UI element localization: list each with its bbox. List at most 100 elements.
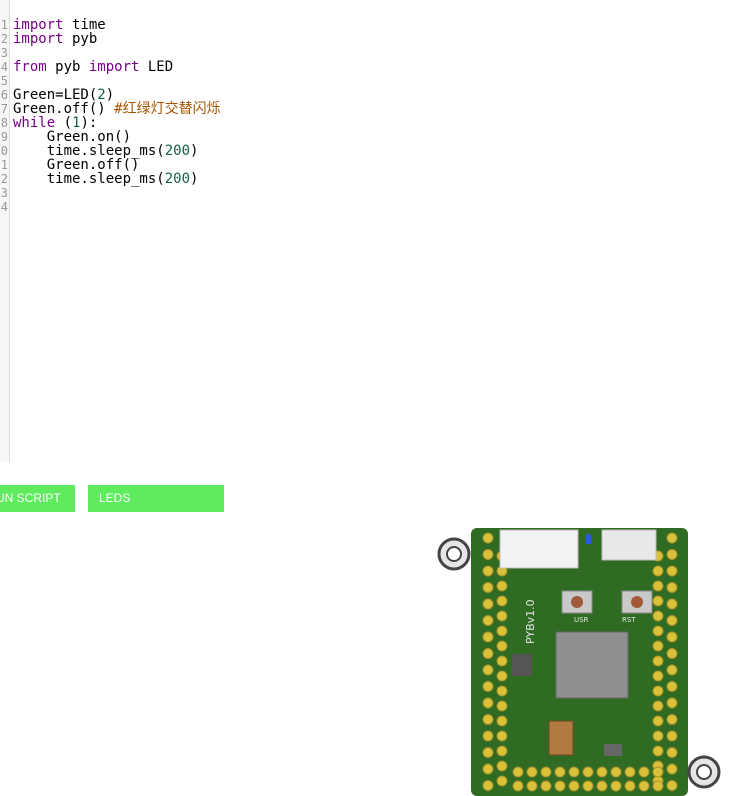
code-line: while (1): <box>13 116 221 130</box>
line-number: 7 <box>0 102 8 116</box>
line-number: 5 <box>0 74 8 88</box>
header-pad <box>666 615 678 626</box>
header-pad <box>482 631 494 643</box>
line-number: 3 <box>0 46 8 60</box>
header-pad <box>496 685 508 697</box>
header-pad <box>666 598 678 610</box>
code-area[interactable]: import time import pyb from pyb import LED… <box>13 18 221 214</box>
blue-led <box>586 534 591 544</box>
header-pad <box>666 747 678 758</box>
header-pad <box>496 715 508 727</box>
header-pad <box>596 766 608 778</box>
header-pad <box>496 625 508 637</box>
header-pad <box>666 697 678 709</box>
line-number: 1 <box>0 18 8 32</box>
code-token: pyb <box>46 59 89 75</box>
header-pad <box>568 766 580 778</box>
header-pad <box>482 565 494 577</box>
header-pad <box>666 648 678 659</box>
header-pad <box>496 655 508 667</box>
line-number: 11 <box>0 158 8 172</box>
board-model-label: PYBv1.0 <box>524 599 537 644</box>
header-pad <box>652 610 664 622</box>
header-pad <box>512 766 524 778</box>
header-pad <box>666 549 678 560</box>
code-line: import time <box>13 18 221 32</box>
header-pad <box>666 763 678 775</box>
header-pad <box>482 648 494 659</box>
header-pad <box>652 730 664 742</box>
line-number: 12 <box>0 172 8 186</box>
header-pad <box>482 747 494 758</box>
sd-card-slot <box>499 529 579 569</box>
header-pad <box>526 780 538 792</box>
header-pad <box>666 631 678 643</box>
header-pad <box>624 780 636 792</box>
header-pad <box>652 780 664 792</box>
line-number: 9 <box>0 130 8 144</box>
rst-button-cap <box>631 596 643 608</box>
header-pad <box>666 565 678 577</box>
header-pad <box>540 766 552 778</box>
code-line: time.sleep_ms(200) <box>13 144 221 158</box>
header-pad <box>652 715 664 727</box>
header-pad <box>482 664 494 676</box>
header-pad <box>652 745 664 757</box>
code-line: Green.on() <box>13 130 221 144</box>
code-token: 200 <box>164 171 191 187</box>
code-token: LED <box>139 59 174 75</box>
usb-connector <box>601 529 657 561</box>
line-number: 2 <box>0 32 8 46</box>
line-number: 6 <box>0 88 8 102</box>
header-pad <box>666 714 678 725</box>
header-pad <box>496 745 508 757</box>
run-script-button[interactable]: UN SCRIPT <box>0 485 75 512</box>
header-pad <box>652 766 664 778</box>
mcu-chip <box>555 631 629 699</box>
code-token: from <box>13 59 47 75</box>
header-pad <box>482 780 494 791</box>
code-token: import <box>13 31 64 47</box>
code-token: import <box>88 59 140 75</box>
leds-label: LEDS <box>99 491 131 505</box>
code-token: time.sleep_ms( <box>13 171 165 187</box>
line-number: 13 <box>0 186 8 200</box>
code-line: Green=LED(2) <box>13 88 221 102</box>
header-pad <box>496 760 508 772</box>
header-pad <box>482 681 494 692</box>
regulator <box>604 744 622 756</box>
usr-label: USR <box>574 616 589 624</box>
header-pad <box>482 549 494 560</box>
leds-button[interactable]: LEDS <box>88 485 224 512</box>
header-pad <box>554 766 566 778</box>
rst-label: RST <box>622 616 636 624</box>
header-pad <box>666 582 678 593</box>
code-line: import pyb <box>13 32 221 46</box>
header-pad <box>496 670 508 682</box>
header-pad <box>482 598 494 610</box>
header-pad <box>540 780 552 792</box>
accelerometer-chip <box>512 654 532 676</box>
header-pad <box>482 697 494 709</box>
header-pad <box>652 670 664 682</box>
header-pad <box>496 580 508 592</box>
header-pad <box>496 700 508 712</box>
header-pad <box>610 766 622 778</box>
header-pad <box>582 766 594 778</box>
line-number: 4 <box>0 60 8 74</box>
mounting-hole-bottom-right-inner <box>696 764 712 780</box>
code-editor[interactable]: 1234567891011121314 import timeimport py… <box>0 0 749 462</box>
header-pad <box>526 766 538 778</box>
header-pad <box>596 780 608 792</box>
run-script-label: UN SCRIPT <box>0 491 61 505</box>
header-pad <box>482 582 494 593</box>
code-token: #红绿灯交替闪烁 <box>114 101 221 117</box>
header-pad <box>496 595 508 607</box>
header-pad <box>496 775 508 787</box>
header-pad <box>482 532 494 544</box>
code-token: pyb <box>63 31 98 47</box>
